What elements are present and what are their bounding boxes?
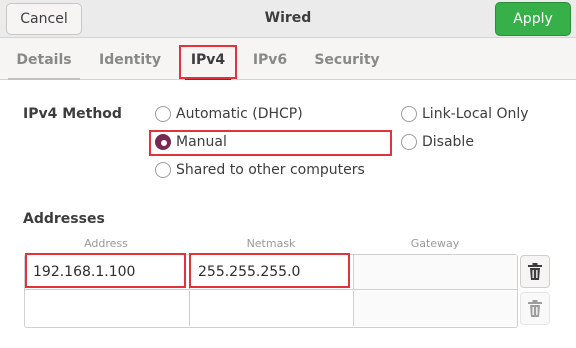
radio-button-icon[interactable] xyxy=(401,134,417,150)
tab-security[interactable]: Security xyxy=(309,38,385,80)
highlight-box-netmask xyxy=(189,253,350,288)
radio-label: Shared to other computers xyxy=(176,162,365,178)
tab-details[interactable]: Details xyxy=(8,38,80,80)
delete-row-button[interactable] xyxy=(520,255,550,288)
tab-ipv6[interactable]: IPv6 xyxy=(245,38,295,80)
radio-button-icon[interactable] xyxy=(155,106,171,122)
radio-automatic-dhcp[interactable]: Automatic (DHCP) xyxy=(155,106,303,122)
radio-button-icon[interactable] xyxy=(155,162,171,178)
delete-row-button[interactable] xyxy=(520,292,550,325)
tab-bar: Details Identity IPv4 IPv6 Security xyxy=(0,38,576,80)
column-header-gateway: Gateway xyxy=(410,237,460,250)
netmask-input[interactable] xyxy=(190,291,354,326)
gateway-input[interactable] xyxy=(354,255,517,290)
highlight-box-ipv4-tab xyxy=(179,45,237,79)
tab-identity[interactable]: Identity xyxy=(92,38,168,80)
column-header-netmask: Netmask xyxy=(246,237,296,250)
highlight-box-manual xyxy=(149,130,392,156)
radio-link-local[interactable]: Link-Local Only xyxy=(401,106,529,122)
radio-disable[interactable]: Disable xyxy=(401,134,474,150)
highlight-box-address xyxy=(25,253,186,288)
gateway-input[interactable] xyxy=(354,291,517,326)
radio-button-icon[interactable] xyxy=(401,106,417,122)
radio-label: Disable xyxy=(422,134,474,150)
trash-icon xyxy=(528,263,542,280)
address-input[interactable] xyxy=(25,291,190,326)
ipv4-method-label: IPv4 Method xyxy=(23,106,122,122)
radio-label: Link-Local Only xyxy=(422,106,529,122)
window-title: Wired xyxy=(264,10,312,26)
addresses-label: Addresses xyxy=(23,211,105,227)
header-bar: Cancel Wired Apply xyxy=(0,0,576,38)
column-header-address: Address xyxy=(84,237,128,250)
apply-button[interactable]: Apply xyxy=(495,2,571,36)
trash-icon xyxy=(528,300,542,317)
radio-label: Automatic (DHCP) xyxy=(176,106,303,122)
radio-shared[interactable]: Shared to other computers xyxy=(155,162,365,178)
